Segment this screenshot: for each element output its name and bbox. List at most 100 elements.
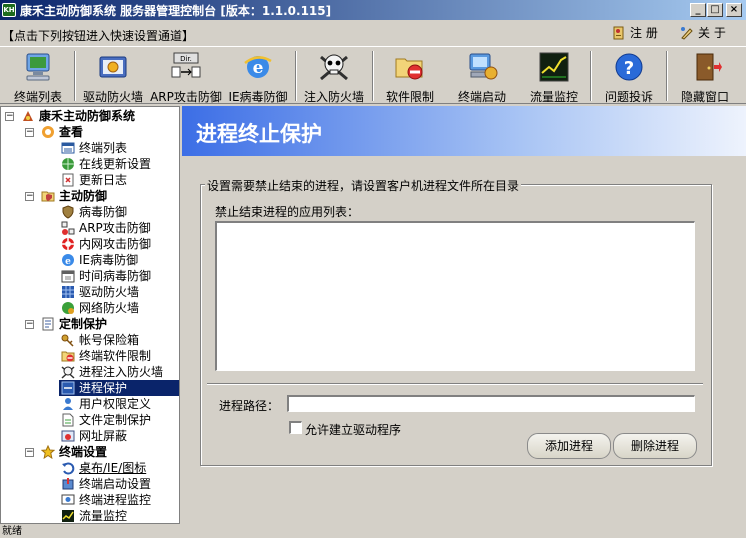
process-path-input[interactable] <box>287 395 695 412</box>
toolbar-traffic-monitor-button[interactable]: 流量监控 <box>522 49 586 104</box>
navigation-tree: − 康禾主动防御系统 − 查看 终端列表 在线更新设置 更新日志 − 主动防御 … <box>0 106 180 524</box>
title-bar: KH 康禾主动防御系统 服务器管理控制台 [版本：1.1.0.115] _ □ … <box>0 0 746 20</box>
hint-bar: 【点击下列按钮进入快速设置通道】 注 册 关 于 <box>0 22 746 46</box>
maximize-button[interactable]: □ <box>707 3 723 17</box>
protected-process-list[interactable] <box>215 221 695 371</box>
toolbar-separator <box>590 51 592 101</box>
help-icon: ? <box>615 53 643 81</box>
tree-group-label: 定制保护 <box>59 317 108 331</box>
process-settings-group: 设置需要禁止结束的进程，请设置客户机进程文件所在目录 禁止结束进程的应用列表： … <box>200 177 712 466</box>
log-icon <box>62 173 74 187</box>
calendar-icon <box>61 270 75 283</box>
tree-item-label: 驱动防火墙 <box>79 285 140 299</box>
skull-icon <box>320 54 348 81</box>
toolbar-feedback-button[interactable]: ? 问题投诉 <box>596 49 662 104</box>
tree-root-label: 康禾主动防御系统 <box>39 109 136 123</box>
register-button[interactable]: 注 册 <box>612 25 658 44</box>
tree-collapse-toggle[interactable]: − <box>5 112 14 121</box>
toolbar-separator <box>295 51 297 101</box>
tree-item-label: 进程保护 <box>79 381 128 395</box>
tree-item-label: 网址屏蔽 <box>79 429 128 443</box>
toolbar-label: 驱动防火墙 <box>82 90 143 104</box>
toolbar-label: 注入防火墙 <box>303 90 364 104</box>
tree-collapse-toggle[interactable]: − <box>25 320 34 329</box>
network-globe-icon <box>62 302 74 314</box>
toolbar-injection-firewall-button[interactable]: 注入防火墙 <box>299 49 369 104</box>
toolbar-label: IE病毒防御 <box>228 90 288 104</box>
toolbar-label: 终端列表 <box>13 90 62 104</box>
process-icon <box>61 381 75 395</box>
tree-item-label: 内网攻击防御 <box>79 237 152 251</box>
chart-small-icon <box>62 510 74 522</box>
process-list-label: 禁止结束进程的应用列表： <box>215 205 360 219</box>
svg-text:?: ? <box>624 58 634 79</box>
computer-icon <box>26 53 50 81</box>
tree-group-label: 终端设置 <box>59 445 108 459</box>
register-icon <box>613 26 624 40</box>
toolbar-ie-virus-button[interactable]: e IE病毒防御 <box>224 49 292 104</box>
toolbar-label: 隐藏窗口 <box>680 90 729 104</box>
allow-driver-label[interactable]: 允许建立驱动程序 <box>305 421 401 438</box>
tree-item-label: 终端启动设置 <box>79 477 152 491</box>
toolbar-arp-button[interactable]: Dir. ARP攻击防御 <box>150 49 222 104</box>
quick-settings-hint: 【点击下列按钮进入快速设置通道】 <box>2 29 195 43</box>
panel-header: 进程终止保护 <box>182 106 746 156</box>
tree-item-process-protection[interactable]: 进程保护 <box>59 380 179 396</box>
web-block-icon <box>61 430 75 442</box>
lifebuoy-icon <box>62 238 74 250</box>
tree-group-label: 主动防御 <box>59 189 108 203</box>
toolbar-label: 流量监控 <box>529 90 578 104</box>
tree-item-label: 网络防火墙 <box>79 301 140 315</box>
tree-item-label: 帐号保险箱 <box>79 333 140 347</box>
allow-driver-checkbox[interactable] <box>289 421 302 434</box>
toolbar-terminal-start-button[interactable]: 终端启动 <box>446 49 518 104</box>
arp-icon: Dir. <box>171 52 201 78</box>
toolbar-label: 软件限制 <box>385 90 434 104</box>
tree-collapse-toggle[interactable]: − <box>25 192 34 201</box>
toolbar-label: 问题投诉 <box>604 90 653 104</box>
toolbar-separator <box>74 51 76 101</box>
folder-ban-small-icon <box>61 351 75 362</box>
delete-process-button[interactable]: 删除进程 <box>613 433 697 459</box>
toolbar-driver-firewall-button[interactable]: 驱动防火墙 <box>78 49 148 104</box>
content-panel: 进程终止保护 设置需要禁止结束的进程，请设置客户机进程文件所在目录 禁止结束进程… <box>182 106 746 524</box>
user-icon <box>63 398 73 410</box>
refresh-icon <box>62 462 75 475</box>
about-button[interactable]: 关 于 <box>680 25 726 44</box>
globe-icon <box>62 158 74 170</box>
monitor-icon <box>61 494 75 505</box>
tree-item-label: 时间病毒防御 <box>79 269 152 283</box>
toolbar-label: ARP攻击防御 <box>150 90 222 104</box>
window-title: 康禾主动防御系统 服务器管理控制台 [版本：1.1.0.115] <box>20 4 332 18</box>
tree-collapse-toggle[interactable]: − <box>25 128 34 137</box>
toolbar-terminal-list-button[interactable]: 终端列表 <box>4 49 72 104</box>
toolbar-software-limit-button[interactable]: 软件限制 <box>376 49 444 104</box>
shield-folder-icon <box>41 191 55 202</box>
toolbar-hide-window-button[interactable]: 隐藏窗口 <box>672 49 738 104</box>
group-legend: 设置需要禁止结束的进程，请设置客户机进程文件所在目录 <box>205 177 522 194</box>
startup-icon <box>62 478 74 490</box>
tree-item-label: 进程注入防火墙 <box>79 365 164 379</box>
key-icon <box>61 334 74 347</box>
minimize-button[interactable]: _ <box>690 3 706 17</box>
list-icon <box>61 142 75 154</box>
exit-door-icon <box>696 53 722 81</box>
svg-text:e: e <box>253 58 264 78</box>
skull-small-icon <box>61 366 75 379</box>
tree-collapse-toggle[interactable]: − <box>25 448 34 457</box>
close-button[interactable]: × <box>726 3 742 17</box>
app-logo-icon: KH <box>2 3 16 17</box>
tree-item-label: 桌布/IE/图标 <box>79 461 147 475</box>
file-icon <box>62 413 74 427</box>
tree-item-label: 流量监控 <box>79 509 128 523</box>
shield-icon <box>62 205 74 219</box>
app-tree-icon <box>23 111 33 121</box>
svg-text:e: e <box>65 257 71 267</box>
tree-item-label: 病毒防御 <box>79 205 128 219</box>
toolbar-separator <box>372 51 374 101</box>
chart-icon <box>539 52 569 82</box>
toolbar-label: 终端启动 <box>457 90 506 104</box>
tree-item-label: 在线更新设置 <box>79 157 152 171</box>
add-process-button[interactable]: 添加进程 <box>527 433 611 459</box>
tree-item-label: 更新日志 <box>79 173 128 187</box>
